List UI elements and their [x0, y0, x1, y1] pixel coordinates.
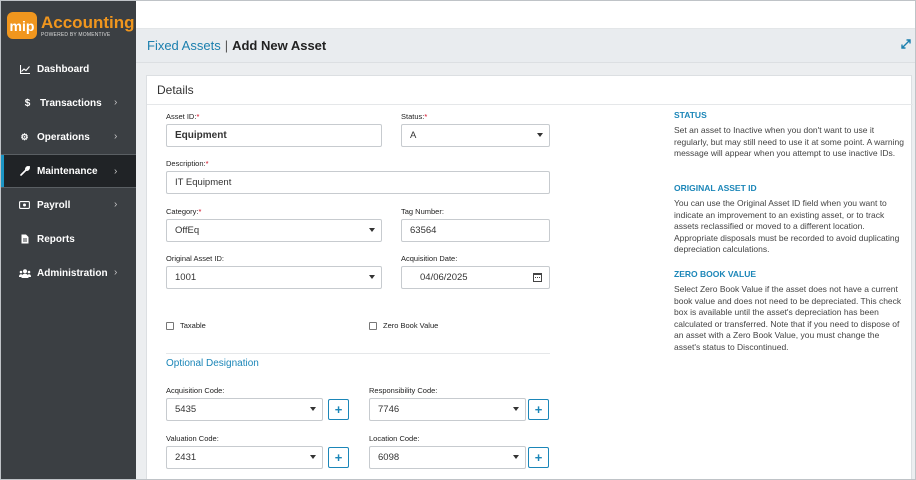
file-icon	[18, 234, 31, 244]
valuation-code-label: Valuation Code:	[166, 434, 219, 443]
page-title: Add New Asset	[232, 38, 327, 53]
help-zero-text: Select Zero Book Value if the asset does…	[674, 284, 902, 352]
zero-book-value-label: Zero Book Value	[383, 321, 439, 330]
caret-down-icon	[537, 133, 543, 137]
logo-subtitle: POWERED BY MOMENTIVE	[41, 31, 111, 38]
acquisition-date-input[interactable]: 04/06/2025	[401, 266, 550, 289]
divider	[166, 353, 550, 354]
sidebar-item-label: Dashboard	[37, 63, 90, 75]
logo-title: Accounting	[41, 12, 135, 32]
help-zero-title: ZERO BOOK VALUE	[674, 269, 757, 279]
category-select[interactable]: OffEq	[166, 219, 382, 242]
help-status-text: Set an asset to Inactive when you don't …	[674, 125, 904, 158]
caret-down-icon	[513, 455, 519, 459]
gears-icon: ⚙	[20, 131, 29, 142]
responsibility-code-select[interactable]: 7746	[369, 398, 526, 421]
sidebar-item-dashboard[interactable]: Dashboard	[1, 52, 136, 86]
chevron-right-icon: ›	[114, 199, 118, 210]
taxable-checkbox[interactable]	[166, 322, 174, 330]
sidebar-item-label: Payroll	[37, 199, 71, 211]
status-label: Status:*	[401, 112, 428, 121]
help-status-title: STATUS	[674, 110, 707, 120]
main-content: Details Asset ID:* Equipment Status:* A …	[136, 63, 915, 479]
add-responsibility-code-button[interactable]: +	[528, 399, 549, 420]
caret-down-icon	[513, 407, 519, 411]
asset-id-label: Asset ID:*	[166, 112, 200, 121]
calendar-icon[interactable]	[533, 273, 542, 282]
responsibility-code-label: Responsibility Code:	[369, 386, 438, 395]
chevron-right-icon: ›	[114, 267, 118, 278]
sidebar-item-label: Administration	[37, 267, 108, 279]
sidebar: mip Accounting POWERED BY MOMENTIVE Dash…	[1, 1, 136, 479]
location-code-label: Location Code:	[369, 434, 420, 443]
sidebar-item-label: Operations	[37, 131, 90, 143]
status-select[interactable]: A	[401, 124, 550, 147]
location-code-select[interactable]: 6098	[369, 446, 526, 469]
help-original-text: You can use the Original Asset ID field …	[674, 198, 900, 254]
sidebar-item-operations[interactable]: ⚙ Operations ›	[1, 120, 136, 154]
details-title: Details	[157, 83, 194, 97]
sidebar-item-maintenance[interactable]: Maintenance ›	[1, 154, 136, 188]
description-label: Description:*	[166, 159, 209, 168]
add-valuation-code-button[interactable]: +	[328, 447, 349, 468]
app-window: mip Accounting POWERED BY MOMENTIVE Dash…	[0, 0, 916, 480]
tag-number-label: Tag Number:	[401, 207, 444, 216]
taxable-label: Taxable	[180, 321, 206, 330]
valuation-code-select[interactable]: 2431	[166, 446, 323, 469]
chevron-right-icon: ›	[114, 166, 118, 177]
chart-line-icon	[18, 64, 31, 74]
add-location-code-button[interactable]: +	[528, 447, 549, 468]
sidebar-nav: Dashboard $ Transactions › ⚙ Operations …	[1, 52, 136, 290]
caret-down-icon	[310, 407, 316, 411]
add-acquisition-code-button[interactable]: +	[328, 399, 349, 420]
sidebar-item-label: Transactions	[40, 97, 102, 109]
sidebar-item-reports[interactable]: Reports	[1, 222, 136, 256]
tag-number-input[interactable]: 63564	[401, 219, 550, 242]
breadcrumb-fixed-assets-link[interactable]: Fixed Assets	[147, 38, 221, 53]
page-header: Fixed Assets | Add New Asset	[136, 29, 915, 63]
wrench-icon	[18, 166, 31, 176]
acquisition-date-label: Acquisition Date:	[401, 254, 458, 263]
logo-badge: mip	[7, 12, 37, 39]
money-icon	[18, 201, 31, 209]
acquisition-code-label: Acquisition Code:	[166, 386, 225, 395]
breadcrumb-separator: |	[224, 38, 229, 53]
sidebar-item-label: Reports	[37, 233, 75, 245]
users-icon	[18, 268, 31, 278]
caret-down-icon	[369, 275, 375, 279]
caret-down-icon	[310, 455, 316, 459]
description-input[interactable]: IT Equipment	[166, 171, 550, 194]
category-label: Category:*	[166, 207, 202, 216]
dollar-icon: $	[24, 97, 31, 109]
help-panel: STATUS Set an asset to Inactive when you…	[674, 76, 904, 376]
sidebar-item-label: Maintenance	[37, 165, 98, 177]
sidebar-item-transactions[interactable]: $ Transactions ›	[1, 86, 136, 120]
logo[interactable]: mip Accounting POWERED BY MOMENTIVE	[7, 12, 135, 39]
sidebar-item-payroll[interactable]: Payroll ›	[1, 188, 136, 222]
caret-down-icon	[369, 228, 375, 232]
details-card: Details Asset ID:* Equipment Status:* A …	[146, 75, 913, 479]
help-original-title: ORIGINAL ASSET ID	[674, 183, 757, 193]
expand-icon[interactable]	[901, 38, 911, 52]
acquisition-code-select[interactable]: 5435	[166, 398, 323, 421]
zero-book-value-checkbox[interactable]	[369, 322, 377, 330]
top-bar	[136, 1, 915, 29]
asset-id-input[interactable]: Equipment	[166, 124, 382, 147]
original-asset-id-select[interactable]: 1001	[166, 266, 382, 289]
chevron-right-icon: ›	[114, 97, 118, 108]
original-asset-id-label: Original Asset ID:	[166, 254, 224, 263]
sidebar-item-administration[interactable]: Administration ›	[1, 256, 136, 290]
chevron-right-icon: ›	[114, 131, 118, 142]
optional-designation-title: Optional Designation	[166, 358, 259, 369]
